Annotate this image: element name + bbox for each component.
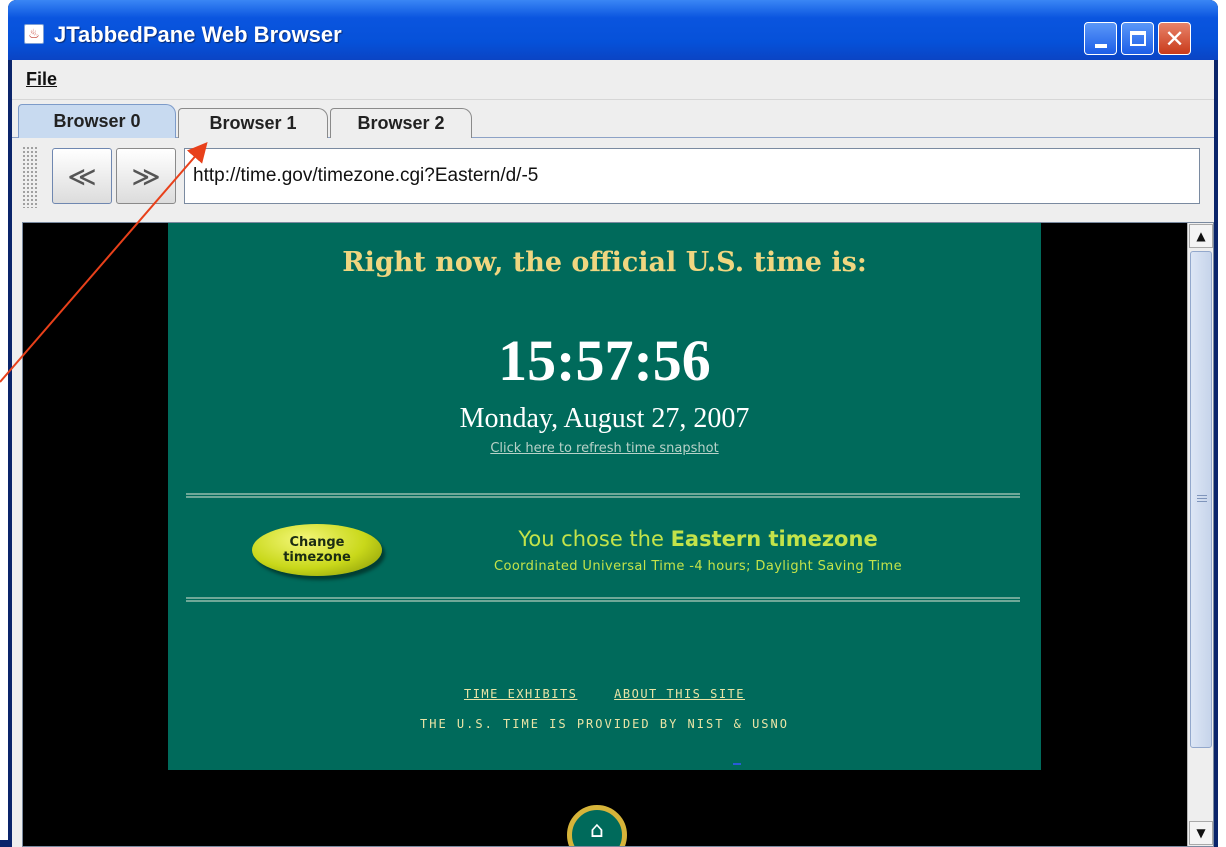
about-site-link[interactable]: ABOUT THIS SITE [614, 687, 745, 701]
window-title: JTabbedPane Web Browser [54, 22, 342, 47]
tab-label: Browser 1 [209, 113, 297, 133]
close-icon: ✕ [1164, 24, 1185, 53]
window-client-area: File Browser 0 Browser 1 Browser 2 ≪ ≫ h… [12, 60, 1214, 847]
timezone-detail: Coordinated Universal Time -4 hours; Day… [493, 559, 902, 574]
browser-viewport[interactable]: Right now, the official U.S. time is: 15… [22, 222, 1214, 847]
application-window: ♨ JTabbedPane Web Browser ✕ File Browser… [8, 0, 1218, 847]
change-button-line: Change [289, 535, 345, 550]
change-button-line: timezone [283, 550, 351, 565]
refresh-time-link[interactable]: Click here to refresh time snapshot [168, 441, 1041, 456]
minimize-button[interactable] [1084, 22, 1117, 55]
scroll-down-button[interactable]: ▼ [1189, 821, 1213, 845]
close-button[interactable]: ✕ [1158, 22, 1191, 55]
arrow-down-icon: ▼ [1196, 826, 1206, 840]
arrow-up-icon: ▲ [1196, 229, 1206, 243]
small-blue-mark [733, 763, 741, 765]
forward-button[interactable]: ≫ [116, 148, 176, 204]
page-headline: Right now, the official U.S. time is: [342, 247, 867, 278]
tab-label: Browser 2 [357, 113, 445, 133]
footer-links: TIME EXHIBITS ABOUT THIS SITE [168, 687, 1041, 701]
maximize-button[interactable] [1121, 22, 1154, 55]
tab-browser-1[interactable]: Browser 1 [178, 108, 328, 138]
back-arrow-icon: ≪ [67, 159, 97, 193]
navigation-toolbar: ≪ ≫ [12, 138, 1214, 214]
provider-text: THE U.S. TIME IS PROVIDED BY NIST & USNO [420, 717, 789, 731]
time-exhibits-link[interactable]: TIME EXHIBITS [464, 687, 577, 701]
address-input[interactable] [184, 148, 1200, 204]
back-button[interactable]: ≪ [52, 148, 112, 204]
current-time: 15:57:56 [498, 328, 711, 393]
vertical-scrollbar[interactable]: ▲ ▼ [1187, 223, 1213, 846]
scroll-thumb[interactable] [1190, 251, 1212, 748]
maximize-icon [1129, 31, 1146, 46]
timezone-chosen-text: You chose the Eastern timezone [418, 527, 978, 551]
minimize-icon [1094, 43, 1107, 48]
java-app-icon[interactable]: ♨ [24, 24, 44, 44]
tab-label: Browser 0 [53, 111, 141, 131]
change-timezone-button[interactable]: Change timezone [252, 524, 382, 576]
section-divider [186, 597, 1020, 602]
forward-arrow-icon: ≫ [131, 159, 161, 193]
timezone-prefix: You chose the [518, 527, 671, 551]
toolbar-drag-handle[interactable] [22, 146, 38, 208]
tab-bar: Browser 0 Browser 1 Browser 2 [12, 100, 1214, 138]
menu-file[interactable]: File [26, 69, 57, 90]
scroll-grip-icon [1197, 495, 1207, 502]
menu-bar: File [12, 60, 1214, 100]
tab-browser-0[interactable]: Browser 0 [18, 104, 176, 138]
section-divider [186, 493, 1020, 498]
current-date: Monday, August 27, 2007 [459, 403, 750, 434]
tab-browser-2[interactable]: Browser 2 [330, 108, 472, 138]
home-icon[interactable]: ⌂ [567, 805, 627, 846]
window-edge-fragment [0, 840, 8, 847]
house-glyph: ⌂ [590, 818, 604, 843]
time-gov-page: Right now, the official U.S. time is: 15… [168, 223, 1041, 770]
timezone-name: Eastern timezone [670, 527, 878, 551]
title-bar[interactable]: ♨ JTabbedPane Web Browser ✕ [8, 0, 1218, 60]
scroll-up-button[interactable]: ▲ [1189, 224, 1213, 248]
